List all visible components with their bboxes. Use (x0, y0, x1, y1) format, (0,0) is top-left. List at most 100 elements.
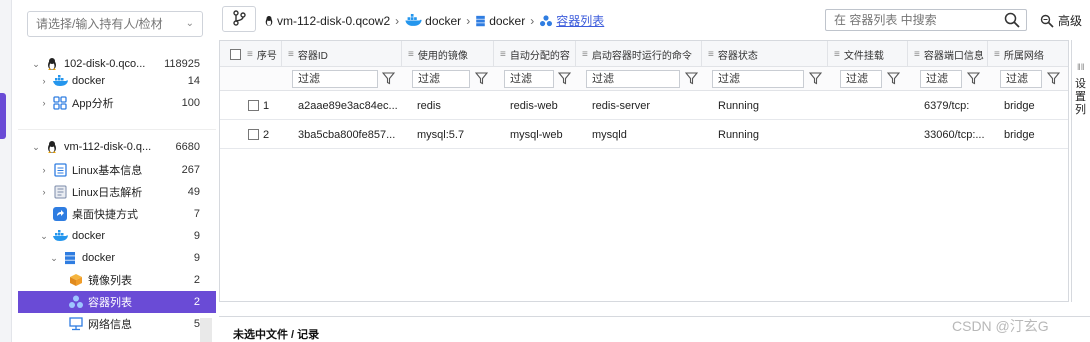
column-menu-icon[interactable]: ≡ (247, 49, 253, 60)
evidence-search-input[interactable] (36, 12, 186, 36)
tree-node-image-list[interactable]: 镜像列表 2 (18, 269, 216, 291)
column-header-ports[interactable]: ≡ 容器端口信息 (908, 41, 988, 67)
column-menu-icon[interactable]: ≡ (994, 49, 1000, 60)
select-all-checkbox[interactable] (230, 48, 241, 60)
filter-input[interactable]: 过滤 (292, 70, 378, 88)
column-header-command[interactable]: ≡ 启动容器时运行的命令 (576, 41, 702, 67)
column-menu-icon[interactable]: ≡ (582, 49, 588, 60)
sidebar: ⌄ ⌄ 102-disk-0.qco... 118925 › docker 14… (18, 0, 216, 342)
column-header-label: 自动分配的容 (509, 50, 570, 62)
column-header-name[interactable]: ≡ 自动分配的容 (494, 41, 576, 67)
tree-node-disk-112[interactable]: ⌄ vm-112-disk-0.q... 6680 (18, 136, 216, 158)
column-settings-label[interactable]: 设置列 (1075, 78, 1089, 117)
search-icon[interactable] (1004, 12, 1020, 31)
branch-button[interactable] (222, 6, 256, 32)
sidebar-scrollbar[interactable] (200, 318, 212, 342)
tree-node-docker-3[interactable]: ⌄ docker 9 (18, 247, 216, 269)
grid-search-box[interactable] (825, 9, 1027, 31)
column-menu-icon[interactable]: ≡ (708, 49, 714, 60)
docker-whale-icon (52, 73, 68, 89)
tree-node-desktop-shortcut[interactable]: 桌面快捷方式 7 (18, 203, 216, 225)
tree-node-container-list[interactable]: 容器列表 2 (18, 291, 216, 313)
tree-node-count: 100 (181, 97, 200, 109)
tree-node-label: vm-112-disk-0.q... (64, 141, 152, 153)
filter-funnel-icon[interactable] (886, 72, 901, 86)
grid-header: ≡ 序号 ≡ 容器ID ≡ 使用的镜像 ≡ 自动分配的容 ≡ 启动容器时运行的命… (220, 41, 1068, 67)
cell-command: mysqld (592, 128, 627, 141)
tree-node-label: 容器列表 (88, 297, 132, 309)
filter-input[interactable]: 过滤 (712, 70, 804, 88)
filter-input[interactable]: 过滤 (1000, 70, 1042, 88)
grid-search-input[interactable] (834, 10, 1004, 30)
tree-node-linux-log[interactable]: › Linux日志解析 49 (18, 181, 216, 203)
tree-node-label: Linux日志解析 (72, 187, 143, 199)
cell-name: redis-web (510, 99, 558, 112)
cell-status: Running (718, 99, 759, 112)
tree-node-docker-1[interactable]: › docker 14 (18, 70, 216, 92)
breadcrumb-item[interactable]: vm-112-disk-0.qcow2 (277, 14, 390, 28)
grid-filter-row: 过滤 过滤 过滤 过滤 过滤 过滤 过滤 过滤 (220, 67, 1068, 91)
column-menu-icon[interactable]: ≡ (834, 49, 840, 60)
filter-funnel-icon[interactable] (474, 72, 489, 86)
row-checkbox[interactable] (248, 129, 259, 140)
chevron-down-icon[interactable]: ⌄ (30, 59, 42, 70)
column-header-status[interactable]: ≡ 容器状态 (702, 41, 828, 67)
chevron-right-icon[interactable]: › (38, 76, 50, 86)
column-menu-icon[interactable]: ≡ (500, 49, 506, 60)
row-index-text: 1 (263, 99, 270, 112)
column-header-label: 序号 (256, 50, 277, 62)
tree-node-label: Linux基本信息 (72, 165, 143, 177)
filter-input[interactable]: 过滤 (920, 70, 962, 88)
chevron-right-icon[interactable]: › (38, 165, 50, 175)
column-header-network[interactable]: ≡ 所属网络 (988, 41, 1068, 67)
filter-funnel-icon[interactable] (966, 72, 981, 86)
cell-network: bridge (1004, 128, 1035, 141)
filter-funnel-icon[interactable] (684, 72, 699, 86)
filter-input[interactable]: 过滤 (504, 70, 554, 88)
tree-node-linux-basic[interactable]: › Linux基本信息 267 (18, 159, 216, 181)
filter-funnel-icon[interactable] (381, 72, 396, 86)
tree-node-docker-2[interactable]: ⌄ docker 9 (18, 225, 216, 247)
column-menu-icon[interactable]: ≡ (914, 49, 920, 60)
evidence-search-box[interactable]: ⌄ (27, 11, 203, 37)
filter-input[interactable]: 过滤 (840, 70, 882, 88)
tree-node-app-analysis[interactable]: › App分析 100 (18, 92, 216, 114)
column-header-mount[interactable]: ≡ 文件挂载 (828, 41, 908, 67)
tree-node-count: 7 (193, 208, 200, 220)
chevron-down-icon[interactable]: ⌄ (38, 231, 50, 242)
column-menu-icon[interactable]: ≡ (288, 49, 294, 60)
column-header-id[interactable]: ≡ 容器ID (282, 41, 402, 67)
tree-node-network-info[interactable]: 网络信息 5 (18, 313, 216, 335)
column-header-image[interactable]: ≡ 使用的镜像 (402, 41, 494, 67)
table-row[interactable]: 2 3ba5cba800fe857... mysql:5.7 mysql-web… (220, 120, 1068, 149)
settings-handle-icon[interactable]: ‖‖ (1077, 62, 1084, 72)
chevron-down-icon[interactable]: ⌄ (186, 18, 194, 29)
filter-funnel-icon[interactable] (557, 72, 572, 86)
column-menu-icon[interactable]: ≡ (408, 49, 414, 60)
advanced-search-button[interactable]: 高级 (1040, 12, 1082, 29)
cell-ports: 33060/tcp:... (924, 128, 985, 141)
linux-penguin-icon (264, 15, 274, 27)
breadcrumb-item[interactable]: docker (425, 14, 461, 28)
column-settings-panel[interactable]: ‖‖ 设置列 (1071, 40, 1090, 302)
breadcrumb: vm-112-disk-0.qcow2 › docker › docker › … (264, 12, 604, 29)
tree-node-label: 102-disk-0.qco... (64, 58, 146, 70)
chevron-right-icon[interactable]: › (38, 187, 50, 197)
table-row[interactable]: 1 a2aae89e3ac84ec... redis redis-web red… (220, 91, 1068, 120)
chevron-down-icon[interactable]: ⌄ (30, 142, 42, 153)
chevron-down-icon[interactable]: ⌄ (48, 253, 60, 264)
filter-funnel-icon[interactable] (808, 72, 823, 86)
image-cube-icon (68, 272, 84, 288)
filter-input[interactable]: 过滤 (586, 70, 680, 88)
chevron-right-icon[interactable]: › (38, 98, 50, 108)
column-header-index[interactable]: ≡ 序号 (220, 41, 282, 67)
tree-node-count: 14 (187, 75, 200, 87)
branch-icon (232, 9, 246, 29)
breadcrumb-item[interactable]: docker (489, 14, 525, 28)
filter-input[interactable]: 过滤 (412, 70, 470, 88)
breadcrumb-item-active[interactable]: 容器列表 (556, 12, 604, 29)
filter-funnel-icon[interactable] (1046, 72, 1061, 86)
server-stack-icon (475, 15, 486, 27)
shortcut-icon (52, 206, 68, 222)
row-checkbox[interactable] (248, 100, 259, 111)
